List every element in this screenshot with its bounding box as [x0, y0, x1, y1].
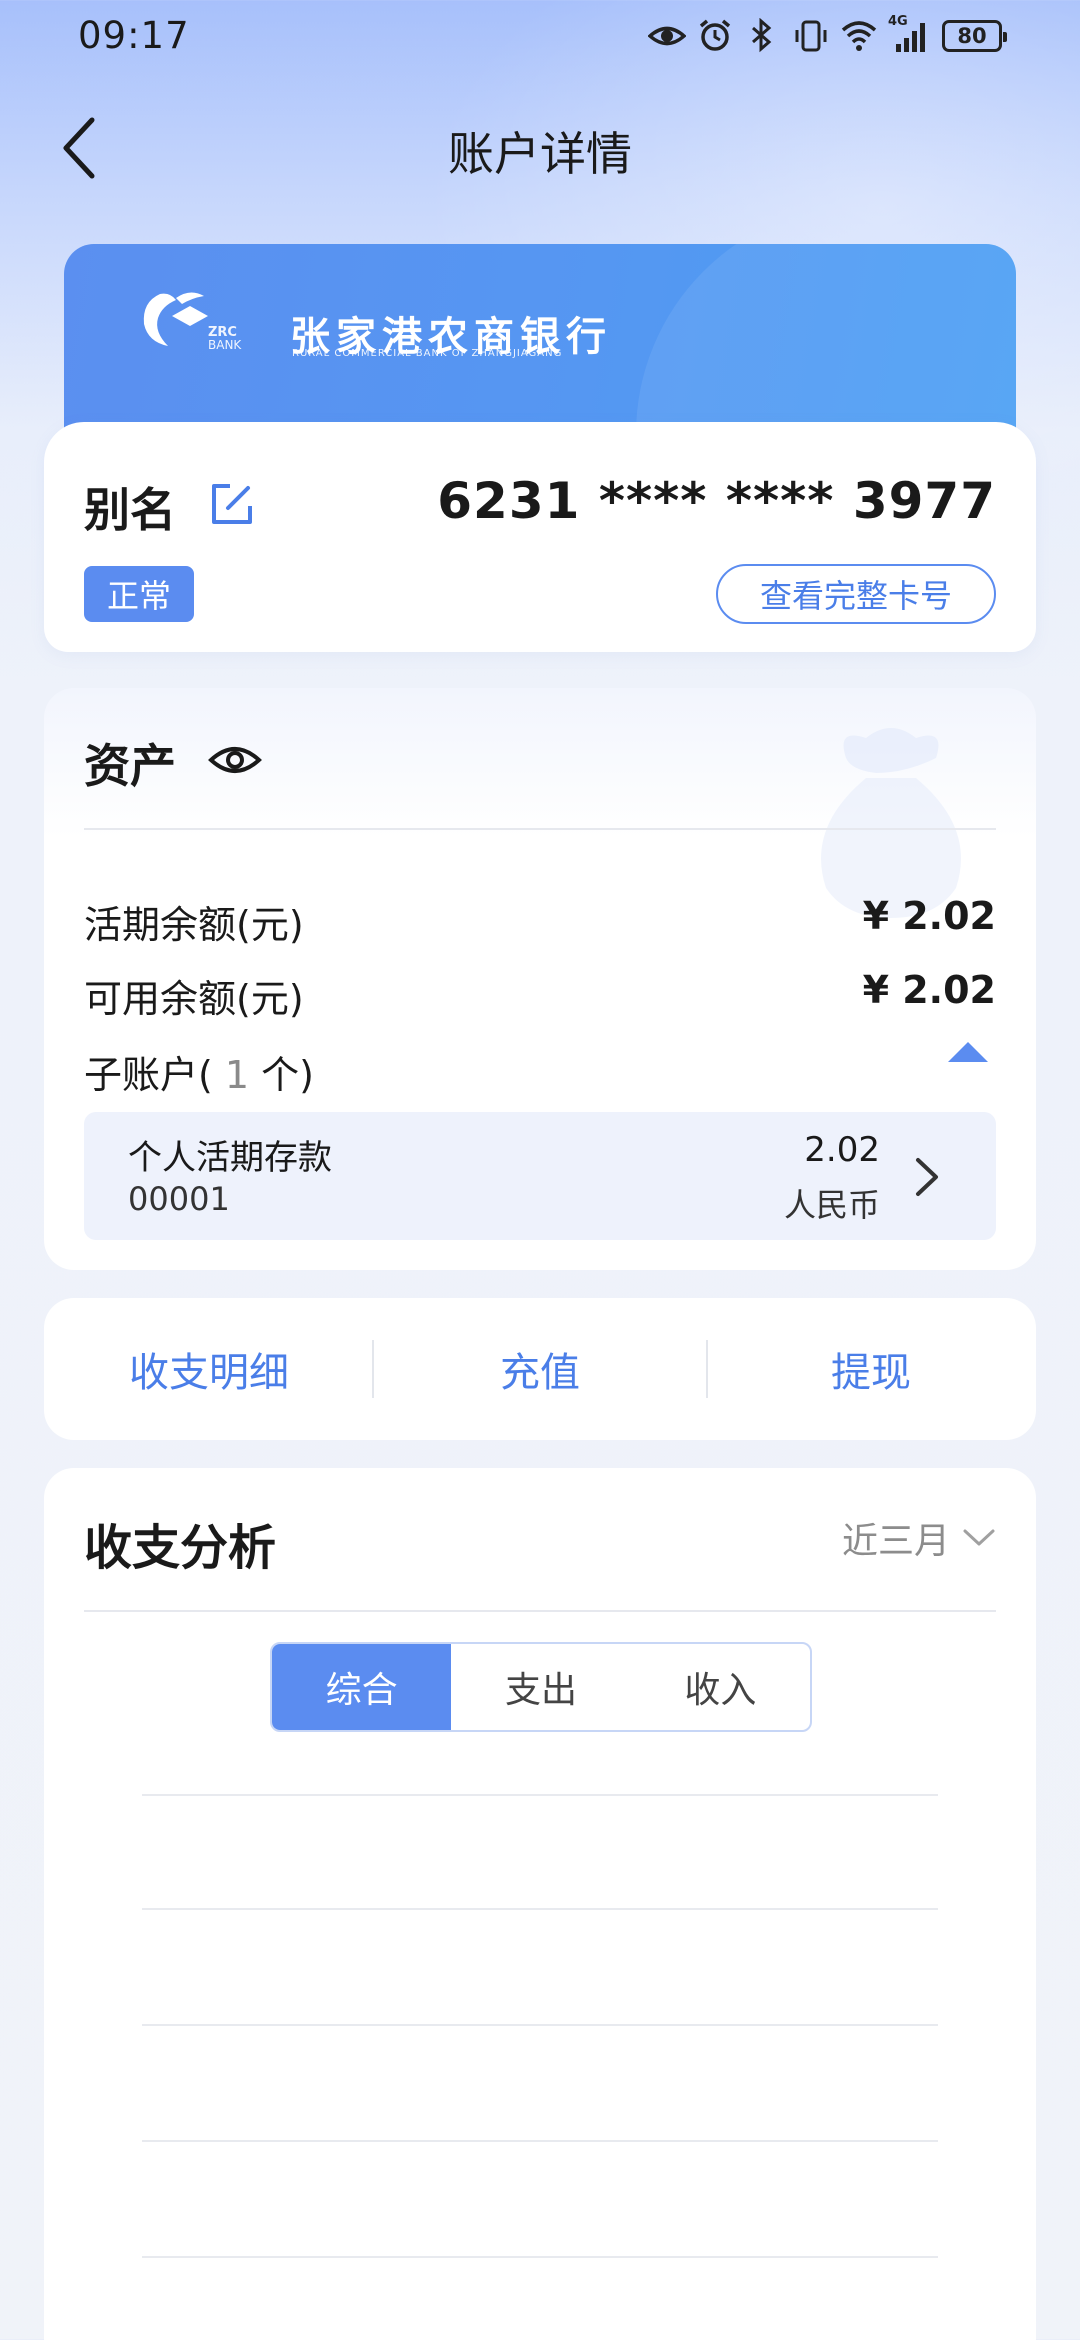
view-full-card-number-button[interactable]: 查看完整卡号: [716, 564, 996, 624]
eye-icon[interactable]: [208, 740, 262, 780]
sub-account-suffix: 个): [261, 1053, 314, 1097]
chevron-down-icon: [963, 1529, 995, 1546]
sub-account-currency: 人民币: [783, 1186, 880, 1224]
battery-icon: 80: [942, 20, 1007, 52]
actions-panel: 收支明细 充值 提现: [44, 1298, 1036, 1440]
bank-logo-text: ZRC BANK: [208, 326, 241, 352]
eye-icon: [648, 26, 686, 46]
status-badge: 正常: [84, 566, 194, 622]
signal-icon: 4G: [888, 14, 932, 54]
sub-account-number: 00001: [128, 1180, 230, 1218]
page-title: 账户详情: [448, 127, 632, 181]
bluetooth-icon: [752, 18, 772, 53]
current-balance-label: 活期余额(元): [84, 903, 304, 947]
alarm-icon: [699, 19, 731, 51]
transactions-button[interactable]: 收支明细: [44, 1298, 374, 1440]
chart-grid-line: [142, 2024, 938, 2026]
bank-name-english: RURAL COMMERCIAL BANK OF ZHANGJIAGANG: [292, 348, 563, 359]
analysis-divider: [84, 1610, 996, 1612]
tab-income[interactable]: 收入: [631, 1644, 810, 1730]
sub-account-prefix: 子账户(: [84, 1053, 213, 1097]
collapse-up-icon[interactable]: [946, 1040, 990, 1064]
chart-grid-line: [142, 2256, 938, 2258]
sub-account-amount: 2.02: [804, 1130, 880, 1170]
chart-grid-line: [142, 1794, 938, 1796]
sub-account-item[interactable]: 个人活期存款 00001 2.02 人民币: [84, 1112, 996, 1240]
logo-text-bank: BANK: [208, 338, 242, 352]
assets-panel: 资产 活期余额(元) ¥ 2.02 可用余额(元) ¥ 2.02 子账户( 1 …: [44, 688, 1036, 1270]
chevron-right-icon: [916, 1158, 938, 1196]
account-panel: 别名 6231 **** **** 3977 正常 查看完整卡号: [44, 422, 1036, 652]
sub-account-count: 1: [212, 1053, 262, 1097]
status-bar: 09:17 4G 80: [0, 0, 1080, 75]
status-icons: 4G 80: [648, 14, 1007, 54]
analysis-panel: 收支分析 近三月 综合 支出 收入: [44, 1468, 1036, 2340]
assets-divider: [84, 828, 996, 830]
chart-grid-line: [142, 2140, 938, 2142]
period-value: 近三月: [841, 1521, 950, 1562]
top-up-button[interactable]: 充值: [375, 1298, 705, 1440]
sub-account-label: 子账户( 1 个): [84, 1044, 314, 1099]
chart-grid-line: [142, 1908, 938, 1910]
wifi-icon: [841, 21, 877, 51]
sub-account-name: 个人活期存款: [128, 1138, 332, 1178]
analysis-tabs: 综合 支出 收入: [270, 1642, 812, 1732]
current-balance-value: ¥ 2.02: [862, 894, 996, 938]
edit-icon[interactable]: [208, 480, 256, 528]
assets-title: 资产: [84, 739, 176, 793]
card-number: 6231 **** **** 3977: [437, 472, 996, 530]
action-divider: [372, 1340, 374, 1398]
status-time: 09:17: [78, 14, 190, 57]
vibrate-icon: [795, 20, 827, 52]
nav-bar: 账户详情: [0, 100, 1080, 200]
withdraw-button[interactable]: 提现: [706, 1298, 1036, 1440]
tab-expense[interactable]: 支出: [451, 1644, 630, 1730]
tab-overall[interactable]: 综合: [272, 1644, 452, 1730]
analysis-title: 收支分析: [84, 1520, 277, 1576]
money-bag-icon: [821, 728, 961, 918]
available-balance-value: ¥ 2.02: [862, 968, 996, 1012]
alias-label: 别名: [84, 483, 176, 537]
available-balance-label: 可用余额(元): [84, 977, 304, 1021]
period-select[interactable]: 近三月: [842, 1512, 996, 1564]
bank-logo-icon: [143, 292, 208, 346]
battery-level: 80: [957, 24, 987, 48]
